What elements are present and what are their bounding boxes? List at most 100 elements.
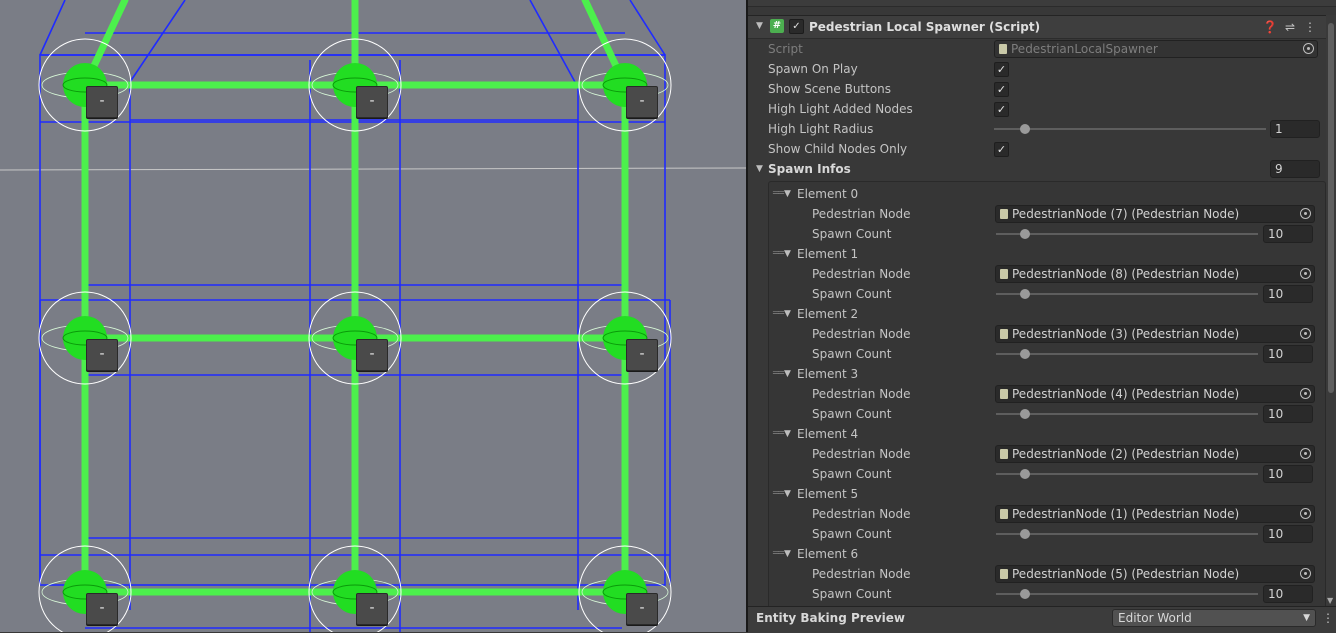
footer-kebab-icon[interactable]: ⋮ bbox=[1322, 607, 1334, 629]
spawn-count-slider-thumb[interactable] bbox=[1020, 469, 1030, 479]
previous-component-strip bbox=[748, 0, 1336, 7]
element-foldout-icon[interactable]: ▼ bbox=[784, 484, 791, 504]
scrollbar-thumb[interactable] bbox=[1328, 23, 1334, 393]
spawn-count-slider-thumb[interactable] bbox=[1020, 529, 1030, 539]
spawn-count-field[interactable]: 10 bbox=[1263, 285, 1313, 303]
spawn-count-slider-track[interactable] bbox=[996, 413, 1258, 415]
spawn-on-play-label: Spawn On Play bbox=[768, 62, 858, 76]
drag-handle-icon[interactable]: ══ bbox=[773, 304, 784, 324]
spawn-count-slider-track[interactable] bbox=[996, 233, 1258, 235]
element-foldout-icon[interactable]: ▼ bbox=[784, 544, 791, 564]
spawn-count-field[interactable]: 10 bbox=[1263, 465, 1313, 483]
element-foldout-icon[interactable]: ▼ bbox=[784, 244, 791, 264]
element-foldout-icon[interactable]: ▼ bbox=[784, 364, 791, 384]
pedestrian-node-row: Pedestrian Node PedestrianNode (7) (Pedes… bbox=[748, 204, 1324, 224]
object-picker-icon[interactable] bbox=[1300, 508, 1311, 519]
high-light-added-nodes-label: High Light Added Nodes bbox=[768, 102, 913, 116]
high-light-added-nodes-checkbox[interactable]: ✓ bbox=[994, 102, 1009, 117]
pedestrian-node-row: Pedestrian Node PedestrianNode (8) (Pedes… bbox=[748, 264, 1324, 284]
element-header[interactable]: ══ ▼ Element 5 bbox=[748, 484, 1324, 504]
element-header[interactable]: ══ ▼ Element 3 bbox=[748, 364, 1324, 384]
component-enabled-checkbox[interactable]: ✓ bbox=[789, 19, 804, 34]
drag-handle-icon[interactable]: ══ bbox=[773, 484, 784, 504]
remove-node-button-3[interactable]: - bbox=[626, 86, 658, 118]
element-foldout-icon[interactable]: ▼ bbox=[784, 304, 791, 324]
spawn-count-slider-track[interactable] bbox=[996, 353, 1258, 355]
spawn-count-slider-thumb[interactable] bbox=[1020, 349, 1030, 359]
object-picker-icon[interactable] bbox=[1300, 328, 1311, 339]
remove-node-button-7[interactable]: - bbox=[86, 593, 118, 625]
show-scene-buttons-checkbox[interactable]: ✓ bbox=[994, 82, 1009, 97]
spawn-count-field[interactable]: 10 bbox=[1263, 405, 1313, 423]
spawn-count-field[interactable]: 10 bbox=[1263, 225, 1313, 243]
element-header[interactable]: ══ ▼ Element 4 bbox=[748, 424, 1324, 444]
remove-node-button-8[interactable]: - bbox=[356, 593, 388, 625]
spawn-count-field[interactable]: 10 bbox=[1263, 345, 1313, 363]
remove-node-button-1[interactable]: - bbox=[86, 86, 118, 118]
script-icon: # bbox=[770, 19, 784, 33]
element-foldout-icon[interactable]: ▼ bbox=[784, 424, 791, 444]
object-picker-icon[interactable] bbox=[1300, 448, 1311, 459]
spawn-count-slider-thumb[interactable] bbox=[1020, 289, 1030, 299]
help-icon[interactable]: ❓ bbox=[1262, 18, 1278, 36]
pedestrian-node-field[interactable]: PedestrianNode (3) (Pedestrian Node) bbox=[995, 325, 1315, 343]
drag-handle-icon[interactable]: ══ bbox=[773, 544, 784, 564]
object-picker-icon[interactable] bbox=[1300, 388, 1311, 399]
object-picker-icon[interactable] bbox=[1300, 268, 1311, 279]
element-header[interactable]: ══ ▼ Element 2 bbox=[748, 304, 1324, 324]
kebab-menu-icon[interactable]: ⋮ bbox=[1302, 18, 1318, 36]
spawn-infos-foldout-icon[interactable]: ▼ bbox=[756, 159, 763, 179]
element-label: Element 3 bbox=[797, 367, 859, 381]
pedestrian-node-field[interactable]: PedestrianNode (1) (Pedestrian Node) bbox=[995, 505, 1315, 523]
drag-handle-icon[interactable]: ══ bbox=[773, 184, 784, 204]
spawn-count-slider-track[interactable] bbox=[996, 593, 1258, 595]
pedestrian-node-field[interactable]: PedestrianNode (5) (Pedestrian Node) bbox=[995, 565, 1315, 583]
remove-node-button-5[interactable]: - bbox=[356, 339, 388, 371]
spawn-count-slider-thumb[interactable] bbox=[1020, 589, 1030, 599]
show-child-nodes-only-checkbox[interactable]: ✓ bbox=[994, 142, 1009, 157]
element-header[interactable]: ══ ▼ Element 1 bbox=[748, 244, 1324, 264]
spawn-infos-size-field[interactable]: 9 bbox=[1270, 160, 1320, 178]
drag-handle-icon[interactable]: ══ bbox=[773, 364, 784, 384]
pedestrian-node-value: PedestrianNode (2) (Pedestrian Node) bbox=[1012, 447, 1240, 461]
element-header[interactable]: ══ ▼ Element 6 bbox=[748, 544, 1324, 564]
remove-node-button-4[interactable]: - bbox=[86, 339, 118, 371]
pedestrian-node-label: Pedestrian Node bbox=[812, 447, 911, 461]
high-light-radius-field[interactable]: 1 bbox=[1270, 120, 1320, 138]
spawn-count-slider-thumb[interactable] bbox=[1020, 409, 1030, 419]
world-dropdown[interactable]: Editor World ▼ bbox=[1112, 609, 1316, 627]
presets-icon[interactable]: ⇌ bbox=[1282, 18, 1298, 36]
element-header[interactable]: ══ ▼ Element 0 bbox=[748, 184, 1324, 204]
scene-view[interactable]: - - - - - - - - - bbox=[0, 0, 746, 632]
inspector-scrollbar[interactable]: ▼ bbox=[1326, 15, 1336, 605]
spawn-infos-header[interactable]: ▼ Spawn Infos 9 bbox=[748, 159, 1324, 179]
pedestrian-node-field[interactable]: PedestrianNode (8) (Pedestrian Node) bbox=[995, 265, 1315, 283]
spawn-count-slider-track[interactable] bbox=[996, 293, 1258, 295]
object-picker-icon[interactable] bbox=[1300, 208, 1311, 219]
spawn-count-field[interactable]: 10 bbox=[1263, 525, 1313, 543]
component-header[interactable]: ▼ # ✓ Pedestrian Local Spawner (Script) … bbox=[748, 15, 1336, 39]
object-picker-icon[interactable] bbox=[1300, 568, 1311, 579]
spawn-count-slider-thumb[interactable] bbox=[1020, 229, 1030, 239]
remove-node-button-9[interactable]: - bbox=[626, 593, 658, 625]
high-light-radius-slider-thumb[interactable] bbox=[1020, 124, 1030, 134]
pedestrian-node-row: Pedestrian Node PedestrianNode (1) (Pedes… bbox=[748, 504, 1324, 524]
spawn-count-field[interactable]: 10 bbox=[1263, 585, 1313, 603]
high-light-radius-slider-track[interactable] bbox=[994, 128, 1266, 130]
spawn-count-row: Spawn Count 10 bbox=[748, 344, 1324, 364]
pedestrian-node-field[interactable]: PedestrianNode (7) (Pedestrian Node) bbox=[995, 205, 1315, 223]
element-foldout-icon[interactable]: ▼ bbox=[784, 184, 791, 204]
foldout-arrow-icon[interactable]: ▼ bbox=[756, 21, 763, 31]
pedestrian-node-field[interactable]: PedestrianNode (2) (Pedestrian Node) bbox=[995, 445, 1315, 463]
pedestrian-node-value: PedestrianNode (7) (Pedestrian Node) bbox=[1012, 207, 1240, 221]
pedestrian-node-field[interactable]: PedestrianNode (4) (Pedestrian Node) bbox=[995, 385, 1315, 403]
spawn-count-slider-track[interactable] bbox=[996, 533, 1258, 535]
drag-handle-icon[interactable]: ══ bbox=[773, 424, 784, 444]
spawn-count-slider-track[interactable] bbox=[996, 473, 1258, 475]
spawn-on-play-checkbox[interactable]: ✓ bbox=[994, 62, 1009, 77]
remove-node-button-6[interactable]: - bbox=[626, 339, 658, 371]
scroll-down-arrow-icon[interactable]: ▼ bbox=[1327, 596, 1333, 605]
remove-node-button-2[interactable]: - bbox=[356, 86, 388, 118]
drag-handle-icon[interactable]: ══ bbox=[773, 244, 784, 264]
pedestrian-node-icon bbox=[1000, 509, 1008, 519]
